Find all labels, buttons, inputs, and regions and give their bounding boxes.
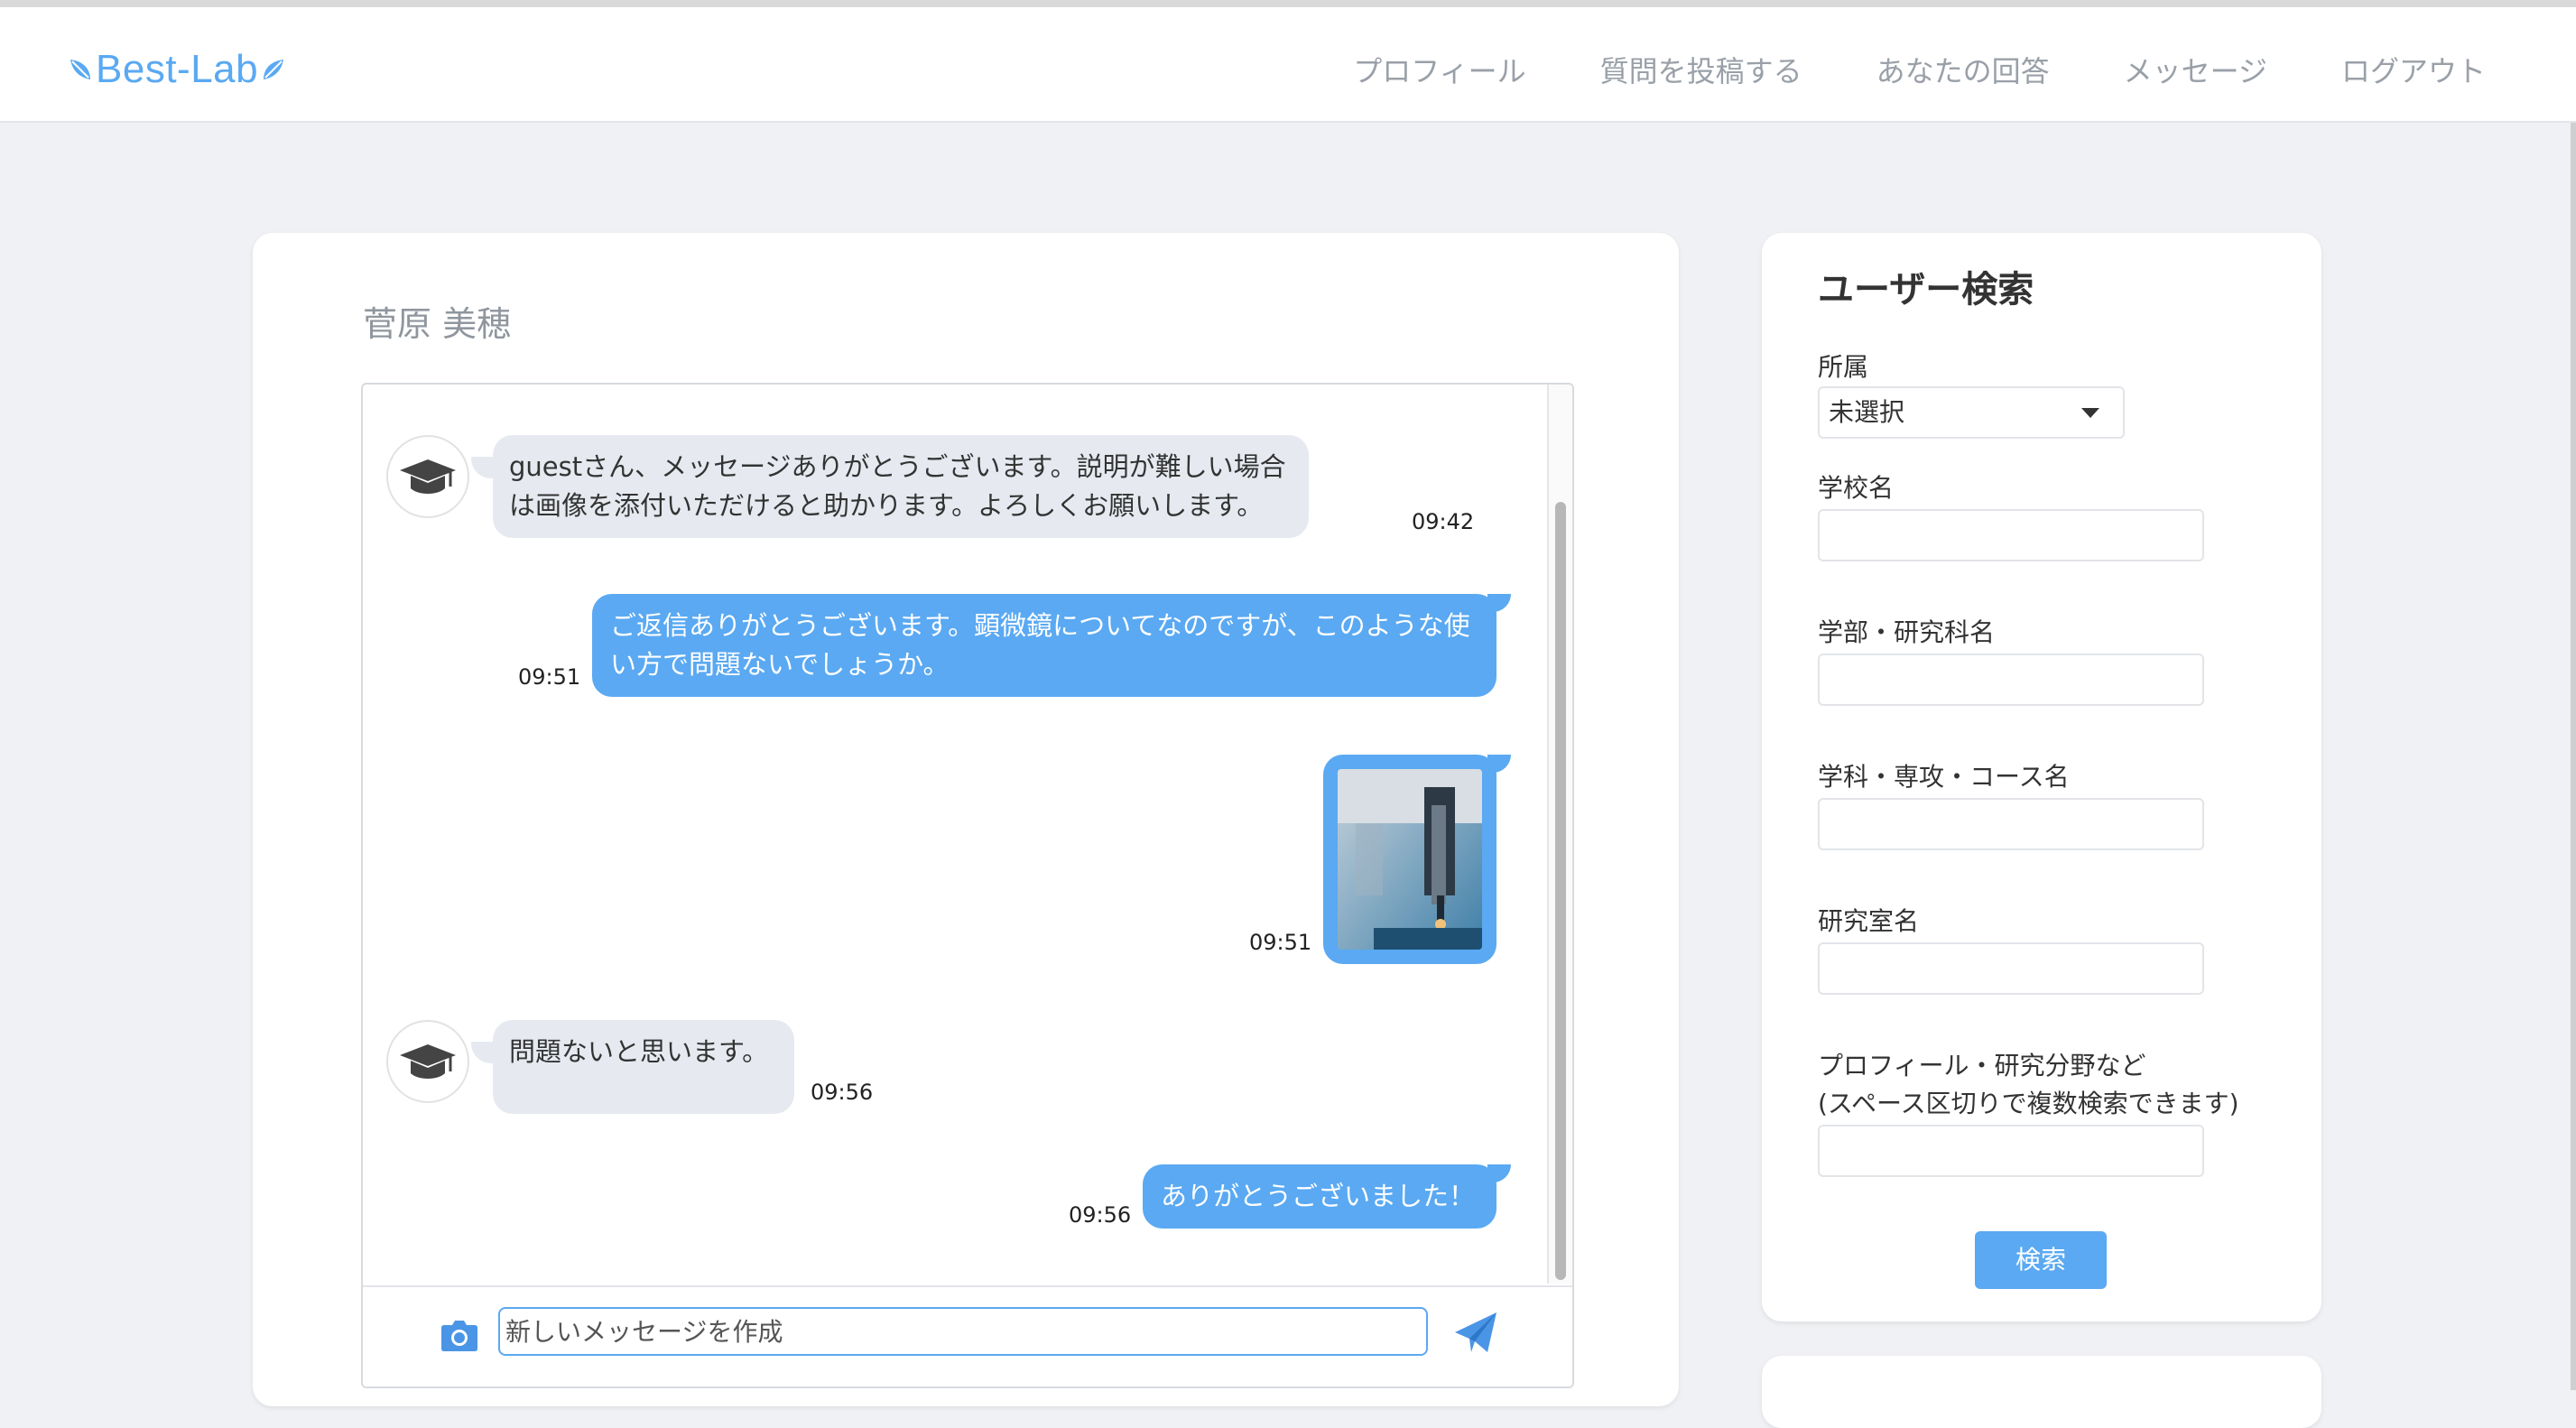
affiliation-select[interactable]: 未選択: [1818, 386, 2125, 439]
brand-name: Best-Lab: [96, 47, 259, 91]
message-image-bubble[interactable]: [1323, 755, 1496, 964]
message-time: 09:51: [1249, 930, 1312, 955]
top-navbar: Best-Lab プロフィール 質問を投稿する あなたの回答 メッセージ ログア…: [0, 7, 2576, 123]
microscope-photo: [1338, 769, 1482, 950]
message-bubble-incoming: guestさん、メッセージありがとうございます。説明が難しい場合は画像を添付いた…: [493, 435, 1309, 538]
graduation-cap-icon: [397, 1031, 459, 1092]
search-title: ユーザー検索: [1818, 269, 2034, 311]
leaf-left-icon: [70, 60, 90, 79]
search-button[interactable]: 検索: [1975, 1231, 2107, 1289]
chat-scrollbar[interactable]: [1547, 385, 1572, 1284]
lab-input[interactable]: [1818, 942, 2204, 995]
faculty-input[interactable]: [1818, 654, 2204, 706]
chat-window: guestさん、メッセージありがとうございます。説明が難しい場合は画像を添付いた…: [361, 383, 1574, 1388]
user-search-card: ユーザー検索 所属 未選択 学校名 学部・研究科名 学科・専攻・コース名 研究室…: [1762, 233, 2321, 1321]
message-composer: [363, 1285, 1572, 1386]
school-label: 学校名: [1818, 473, 1895, 503]
nav-profile[interactable]: プロフィール: [1353, 40, 1525, 103]
bubble-tail: [1487, 1164, 1511, 1182]
bubble-tail: [1487, 755, 1511, 773]
chat-partner-name: 菅原 美穂: [363, 304, 512, 344]
partner-avatar: [386, 1020, 469, 1103]
department-input[interactable]: [1818, 798, 2204, 850]
message-bubble-outgoing: ご返信ありがとうございます。顕微鏡についてなのですが、このような使い方で問題ない…: [592, 594, 1496, 697]
affiliation-value: 未選択: [1829, 397, 1905, 427]
chat-card: 菅原 美穂 guestさん、メッセージありがとうございます。説明が難しい場合は画…: [253, 233, 1679, 1406]
profile-keywords-input[interactable]: [1818, 1125, 2204, 1177]
chevron-down-icon: [2081, 408, 2099, 418]
nav-logout[interactable]: ログアウト: [2341, 40, 2486, 103]
main-nav: プロフィール 質問を投稿する あなたの回答 メッセージ ログアウト: [1279, 40, 2486, 103]
chat-scrollbar-thumb[interactable]: [1555, 502, 1566, 1280]
leaf-right-icon: [264, 60, 284, 79]
profile-label: プロフィール・研究分野など: [1818, 1051, 2146, 1080]
bubble-tail: [471, 457, 493, 478]
faculty-label: 学部・研究科名: [1818, 617, 1996, 647]
window-top-border: [0, 0, 2576, 7]
message-time: 09:42: [1412, 509, 1475, 534]
lab-label: 研究室名: [1818, 906, 1920, 936]
nav-messages[interactable]: メッセージ: [2124, 40, 2267, 103]
nav-post-question[interactable]: 質問を投稿する: [1600, 40, 1802, 103]
affiliation-label: 所属: [1818, 352, 1869, 382]
send-icon[interactable]: [1451, 1309, 1500, 1358]
message-input[interactable]: [498, 1307, 1428, 1356]
message-time: 09:56: [1069, 1202, 1132, 1228]
bubble-tail: [1487, 594, 1511, 612]
window-right-border: [2571, 7, 2576, 1390]
brand-logo[interactable]: Best-Lab: [65, 38, 289, 101]
camera-icon[interactable]: [439, 1314, 480, 1356]
department-label: 学科・専攻・コース名: [1818, 762, 2070, 792]
message-bubble-outgoing: ありがとうございました！: [1143, 1164, 1496, 1229]
message-time: 09:51: [518, 664, 581, 690]
message-time: 09:56: [811, 1080, 874, 1105]
bubble-tail: [471, 1042, 493, 1063]
secondary-card: [1762, 1356, 2321, 1428]
partner-avatar: [386, 435, 469, 518]
profile-label-hint: (スペース区切りで複数検索できます): [1818, 1089, 2239, 1118]
graduation-cap-icon: [397, 446, 459, 507]
message-bubble-incoming: 問題ないと思います。: [493, 1020, 794, 1114]
nav-your-answers[interactable]: あなたの回答: [1876, 40, 2050, 103]
school-input[interactable]: [1818, 509, 2204, 561]
